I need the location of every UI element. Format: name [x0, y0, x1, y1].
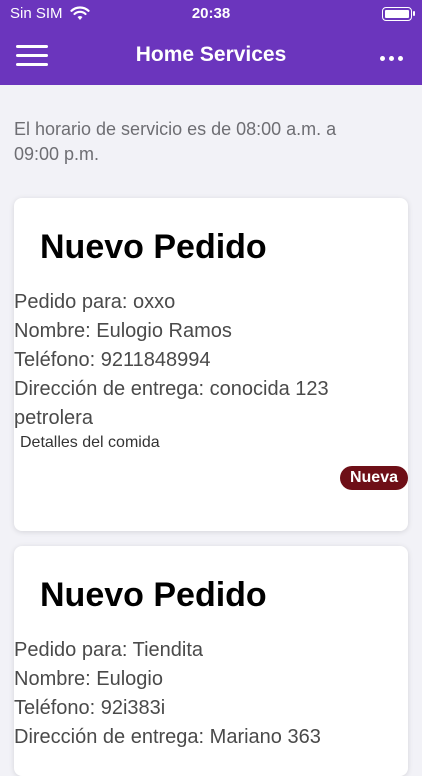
order-details: Pedido para: oxxo Nombre: Eulogio Ramos … — [14, 288, 394, 433]
status-badge: Nueva — [339, 466, 408, 490]
page-title: Home Services — [135, 43, 287, 66]
status-time: 20:38 — [191, 5, 231, 22]
schedule-text: El horario de servicio es de 08:00 a.m. … — [14, 119, 337, 164]
order-card[interactable]: Nuevo Pedido Pedido para: oxxo Nombre: E… — [14, 198, 408, 531]
order-name: Nombre: Eulogio Ramos — [14, 320, 232, 342]
order-food-details: Detalles del comida — [20, 434, 160, 451]
order-phone: Teléfono: 92i383i — [14, 697, 166, 719]
app-header: Sin SIM 20:38 Home Services — [0, 0, 422, 85]
more-icon — [380, 56, 385, 61]
more-options-button[interactable] — [380, 48, 410, 62]
status-bar: Sin SIM 20:38 — [0, 0, 422, 28]
order-address: Dirección de entrega: Mariano 363 — [14, 726, 321, 748]
order-phone: Teléfono: 9211848994 — [14, 349, 211, 371]
order-store: Pedido para: Tiendita — [14, 639, 204, 661]
order-address: Dirección de entrega: conocida 123 petro… — [14, 378, 329, 429]
order-card[interactable]: Nuevo Pedido Pedido para: Tiendita Nombr… — [14, 546, 408, 776]
order-title: Nuevo Pedido — [40, 576, 267, 614]
order-store: Pedido para: oxxo — [14, 291, 176, 313]
order-title: Nuevo Pedido — [40, 228, 267, 266]
main-content[interactable]: El horario de servicio es de 08:00 a.m. … — [0, 85, 422, 776]
order-details: Pedido para: Tiendita Nombre: Eulogio Te… — [14, 636, 394, 752]
nav-bar: Home Services — [0, 28, 422, 85]
battery-icon — [382, 7, 415, 21]
order-name: Nombre: Eulogio — [14, 668, 163, 690]
